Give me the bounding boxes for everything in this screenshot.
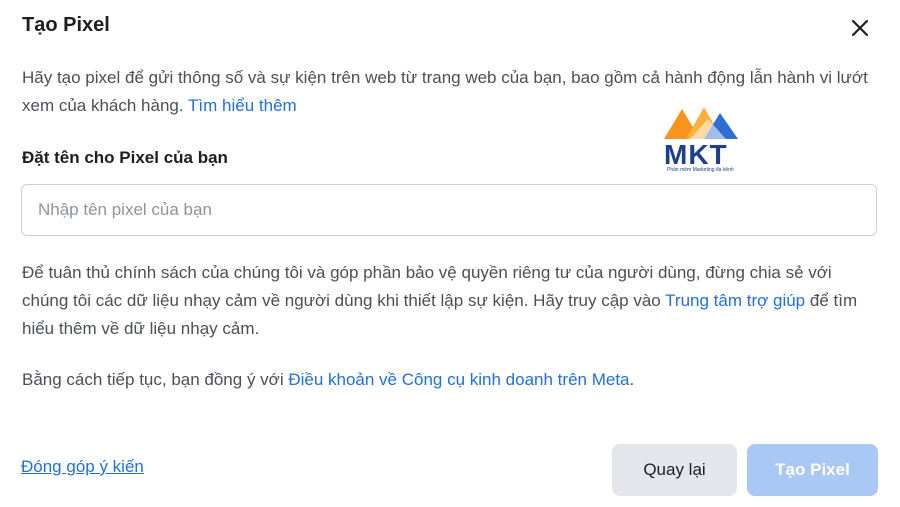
create-pixel-button[interactable]: Tạo Pixel <box>747 444 878 496</box>
help-center-link[interactable]: Trung tâm trợ giúp <box>665 291 805 310</box>
logo-tagline: Phần mềm Marketing đa kênh <box>667 167 734 173</box>
terms-period: . <box>629 370 635 389</box>
close-icon[interactable] <box>846 14 874 42</box>
pixel-name-input[interactable] <box>21 184 877 236</box>
back-button[interactable]: Quay lại <box>612 444 737 496</box>
create-pixel-dialog: Tạo Pixel Hãy tạo pixel để gửi thông số … <box>0 0 900 507</box>
terms-text: Bằng cách tiếp tục, bạn đồng ý với <box>22 370 284 389</box>
terms-link[interactable]: Điều khoản về Công cụ kinh doanh trên Me… <box>288 370 629 389</box>
intro-paragraph: Hãy tạo pixel để gửi thông số và sự kiện… <box>22 64 882 120</box>
dialog-title: Tạo Pixel <box>22 14 110 36</box>
feedback-link[interactable]: Đóng góp ý kiến <box>21 457 144 477</box>
learn-more-link[interactable]: Tìm hiểu thêm <box>188 96 297 115</box>
terms-paragraph: Bằng cách tiếp tục, bạn đồng ý với Điều … <box>22 366 882 394</box>
policy-paragraph: Để tuân thủ chính sách của chúng tôi và … <box>22 259 882 343</box>
pixel-name-label: Đặt tên cho Pixel của bạn <box>22 148 228 167</box>
